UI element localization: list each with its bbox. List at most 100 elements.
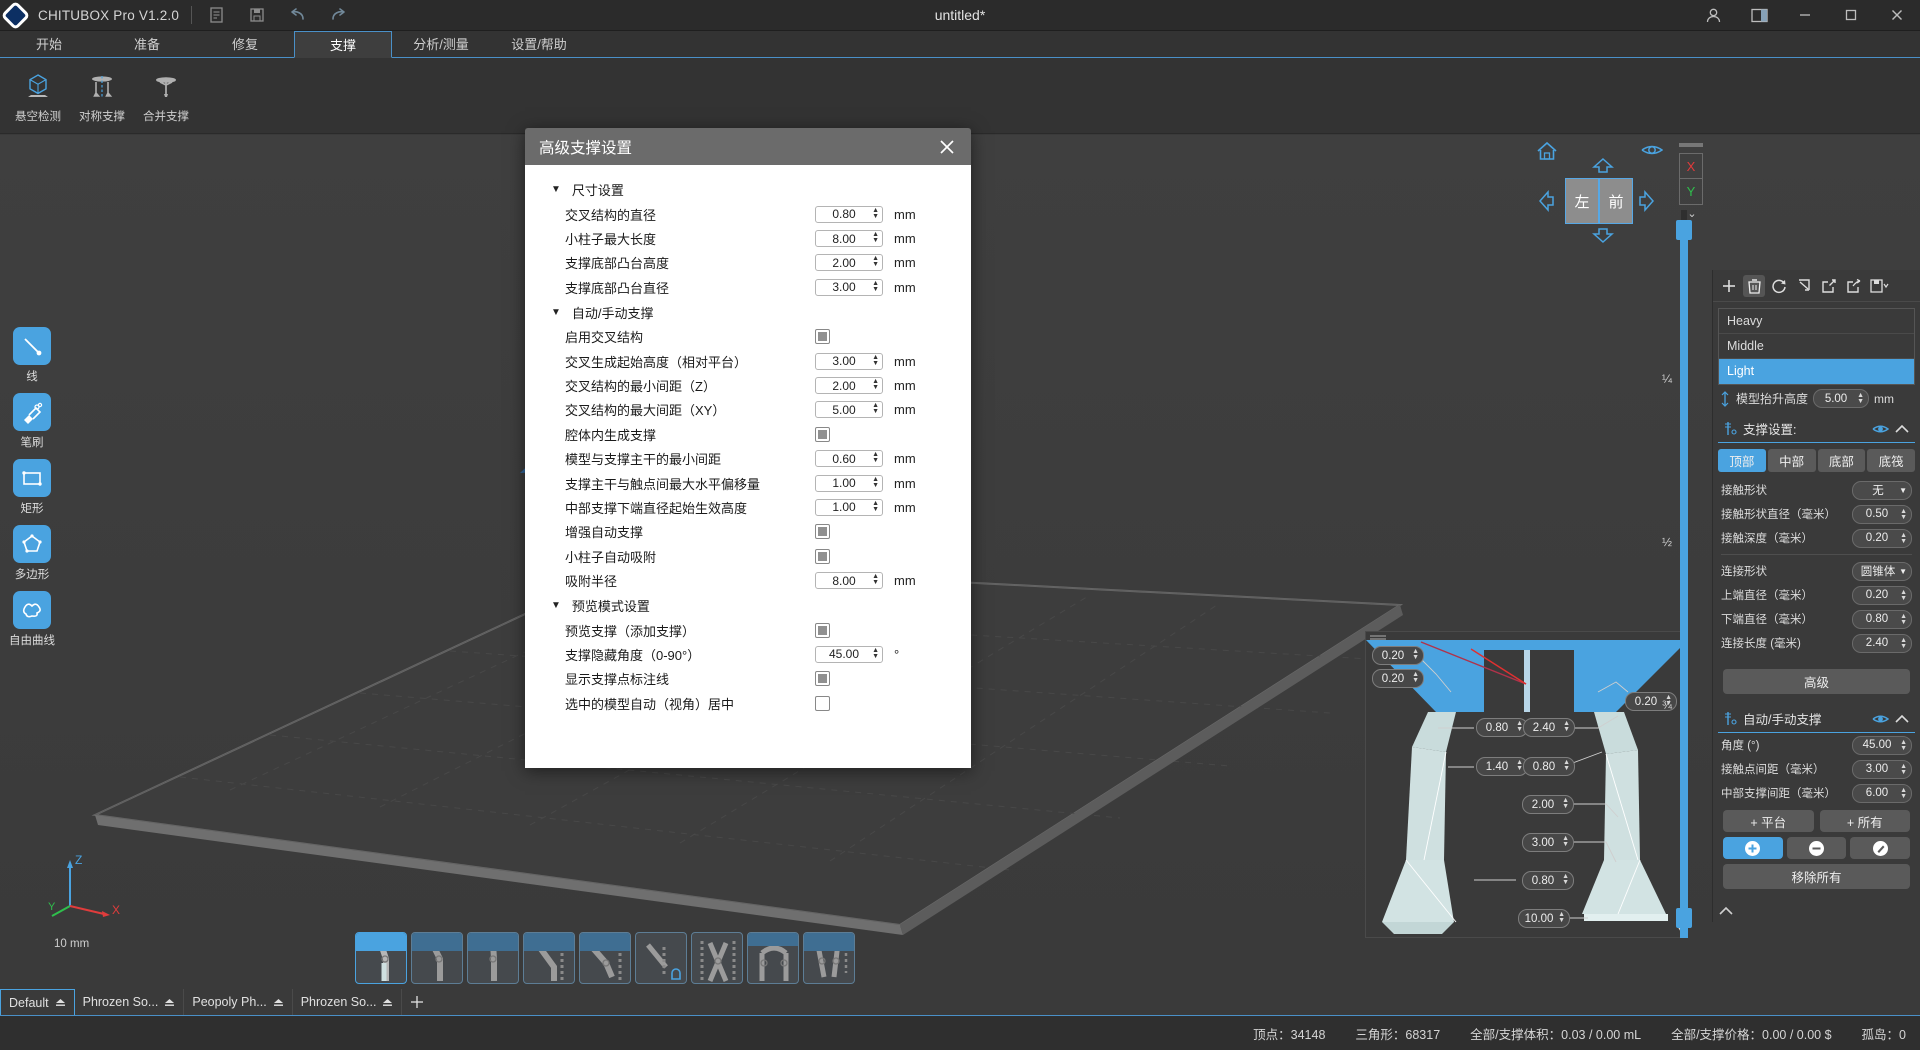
tool-brush[interactable]: 笔刷 — [4, 393, 60, 450]
user-icon[interactable] — [1690, 0, 1736, 31]
support-thumb[interactable] — [579, 932, 631, 984]
triangle-down-icon[interactable]: ▼ — [551, 184, 561, 195]
slider-knob-bottom[interactable] — [1676, 908, 1692, 928]
right-arrow-icon[interactable] — [1639, 190, 1654, 212]
segment-top[interactable]: 顶部 — [1718, 449, 1766, 472]
merge-support-button[interactable]: 合并支撑 — [134, 67, 198, 124]
add-all-button[interactable]: + 所有 — [1819, 810, 1910, 832]
diagram-callout[interactable]: 0.80 ▲ ▼ — [1476, 718, 1528, 737]
chevron-up-icon[interactable] — [1895, 714, 1909, 724]
tab-repair[interactable]: 修复 — [196, 31, 294, 57]
row-input[interactable]: 2.00 ▲ ▼ — [815, 254, 883, 272]
mode-remove-button[interactable] — [1786, 837, 1847, 859]
diagram-callout[interactable]: 1.40 ▲ ▼ — [1476, 757, 1528, 776]
import-icon[interactable] — [1793, 275, 1815, 297]
save-icon[interactable] — [248, 6, 266, 24]
chevron-up-icon[interactable] — [1895, 424, 1909, 434]
layer-slider[interactable] — [1676, 210, 1692, 938]
row-input[interactable]: 2.00 ▲ ▼ — [815, 377, 883, 395]
row-input[interactable]: 1.00 ▲ ▼ — [815, 474, 883, 492]
printer-tab-peopoly[interactable]: Peopoly Ph... — [184, 989, 293, 1015]
diagram-callout[interactable]: 0.80 ▲ ▼ — [1522, 871, 1574, 890]
new-document-icon[interactable] — [208, 6, 226, 24]
printer-tab-phrozen-1[interactable]: Phrozen So... — [75, 989, 185, 1015]
diagram-callout[interactable]: 3.00 ▲ ▼ — [1522, 833, 1574, 852]
segment-raft[interactable]: 底筏 — [1867, 449, 1915, 472]
axis-lock-y[interactable]: Y — [1679, 179, 1703, 205]
lift-height-input[interactable]: 5.00 ▲ ▼ — [1813, 389, 1870, 408]
add-icon[interactable] — [1718, 275, 1740, 297]
up-arrow-icon[interactable] — [1592, 158, 1614, 173]
tab-start[interactable]: 开始 — [0, 31, 98, 57]
eject-icon[interactable] — [273, 998, 284, 1007]
diagram-callout[interactable]: 0.20 ▲ ▼ — [1372, 646, 1424, 665]
middle-support-spacing-input[interactable]: 6.00 ▲ ▼ — [1852, 783, 1912, 803]
undo-icon[interactable] — [288, 6, 306, 24]
support-thumb[interactable] — [523, 932, 575, 984]
contact-depth-input[interactable]: 0.20 ▲ ▼ — [1852, 528, 1912, 548]
auto-manual-header[interactable]: 自动/手动支撑 — [1718, 704, 1915, 733]
diagram-callout[interactable]: 0.20 ▲ ▼ — [1372, 669, 1424, 688]
row-input[interactable]: 3.00 ▲ ▼ — [815, 278, 883, 296]
eye-icon[interactable] — [1641, 142, 1663, 158]
minimize-icon[interactable] — [1782, 0, 1828, 31]
tab-prepare[interactable]: 准备 — [98, 31, 196, 57]
tab-settings-help[interactable]: 设置/帮助 — [490, 31, 588, 57]
row-checkbox[interactable] — [815, 695, 830, 711]
nav-cube-faces[interactable]: 左 前 — [1565, 178, 1633, 224]
row-checkbox[interactable] — [815, 622, 830, 638]
layout-icon[interactable] — [1736, 0, 1782, 31]
eject-icon[interactable] — [55, 998, 66, 1007]
view-navigation-cube[interactable]: 左 前 — [1535, 140, 1665, 260]
triangle-down-icon[interactable]: ▼ — [551, 307, 561, 318]
dialog-group-auto[interactable]: ▼ 自动/手动支撑 — [525, 300, 971, 325]
contact-diameter-input[interactable]: 0.50 ▲ ▼ — [1852, 504, 1912, 524]
overhang-detect-button[interactable]: 悬空检测 — [6, 67, 70, 124]
share-icon[interactable] — [1843, 275, 1865, 297]
eye-icon[interactable] — [1872, 423, 1889, 435]
dialog-group-preview[interactable]: ▼ 预览模式设置 — [525, 593, 971, 618]
maximize-icon[interactable] — [1828, 0, 1874, 31]
slider-knob-top[interactable] — [1676, 220, 1692, 240]
row-input[interactable]: 5.00 ▲ ▼ — [815, 401, 883, 419]
eject-icon[interactable] — [382, 998, 393, 1007]
row-checkbox[interactable] — [815, 524, 830, 540]
advanced-button[interactable]: 高级 — [1723, 669, 1910, 694]
add-printer-button[interactable] — [402, 989, 432, 1015]
row-input[interactable]: 8.00 ▲ ▼ — [815, 572, 883, 590]
tab-support[interactable]: 支撑 — [294, 31, 392, 58]
support-settings-header[interactable]: 支撑设置: — [1718, 414, 1915, 443]
diagram-callout[interactable]: 2.40 ▲ ▼ — [1523, 718, 1575, 737]
support-parameter-diagram[interactable]: 0.20 ▲ ▼ 0.20 ▲ ▼ 0.20 ▲ ▼ 0.80 ▲ ▼ 2.40 ▲ ▼ 1.40 ▲… — [1365, 631, 1687, 938]
support-thumb[interactable] — [803, 932, 855, 984]
chevron-down-icon[interactable]: ⌄ — [1679, 207, 1705, 220]
save-dropdown-icon[interactable] — [1868, 275, 1890, 297]
delete-icon[interactable] — [1743, 274, 1765, 297]
connection-shape-dropdown[interactable]: 圆锥体 ▼ — [1852, 561, 1912, 581]
tool-rectangle[interactable]: 矩形 — [4, 459, 60, 516]
eject-icon[interactable] — [164, 998, 175, 1007]
tab-analysis[interactable]: 分析/测量 — [392, 31, 490, 57]
redo-icon[interactable] — [328, 6, 346, 24]
printer-tab-phrozen-2[interactable]: Phrozen So... — [293, 989, 403, 1015]
triangle-down-icon[interactable]: ▼ — [551, 600, 561, 611]
lower-diameter-input[interactable]: 0.80 ▲ ▼ — [1852, 609, 1912, 629]
support-thumb[interactable] — [691, 932, 743, 984]
symmetric-support-button[interactable]: 对称支撑 — [70, 67, 134, 124]
support-thumb[interactable] — [747, 932, 799, 984]
axis-lock-x[interactable]: X — [1679, 153, 1703, 179]
row-input[interactable]: 0.80 ▲ ▼ — [815, 205, 883, 223]
close-icon[interactable] — [937, 137, 957, 157]
row-input[interactable]: 3.00 ▲ ▼ — [815, 352, 883, 370]
tool-line[interactable]: 线 — [4, 327, 60, 384]
add-platform-button[interactable]: + 平台 — [1723, 810, 1814, 832]
tool-polygon[interactable]: 多边形 — [4, 525, 60, 582]
refresh-icon[interactable] — [1768, 275, 1790, 297]
row-input[interactable]: 1.00 ▲ ▼ — [815, 498, 883, 516]
profile-item-middle[interactable]: Middle — [1719, 334, 1914, 359]
segment-bottom[interactable]: 底部 — [1817, 449, 1866, 472]
row-checkbox[interactable] — [815, 548, 830, 564]
remove-all-button[interactable]: 移除所有 — [1723, 864, 1910, 889]
diagram-callout[interactable]: 10.00 ▲ ▼ — [1518, 909, 1570, 928]
mode-add-button[interactable] — [1723, 837, 1783, 859]
